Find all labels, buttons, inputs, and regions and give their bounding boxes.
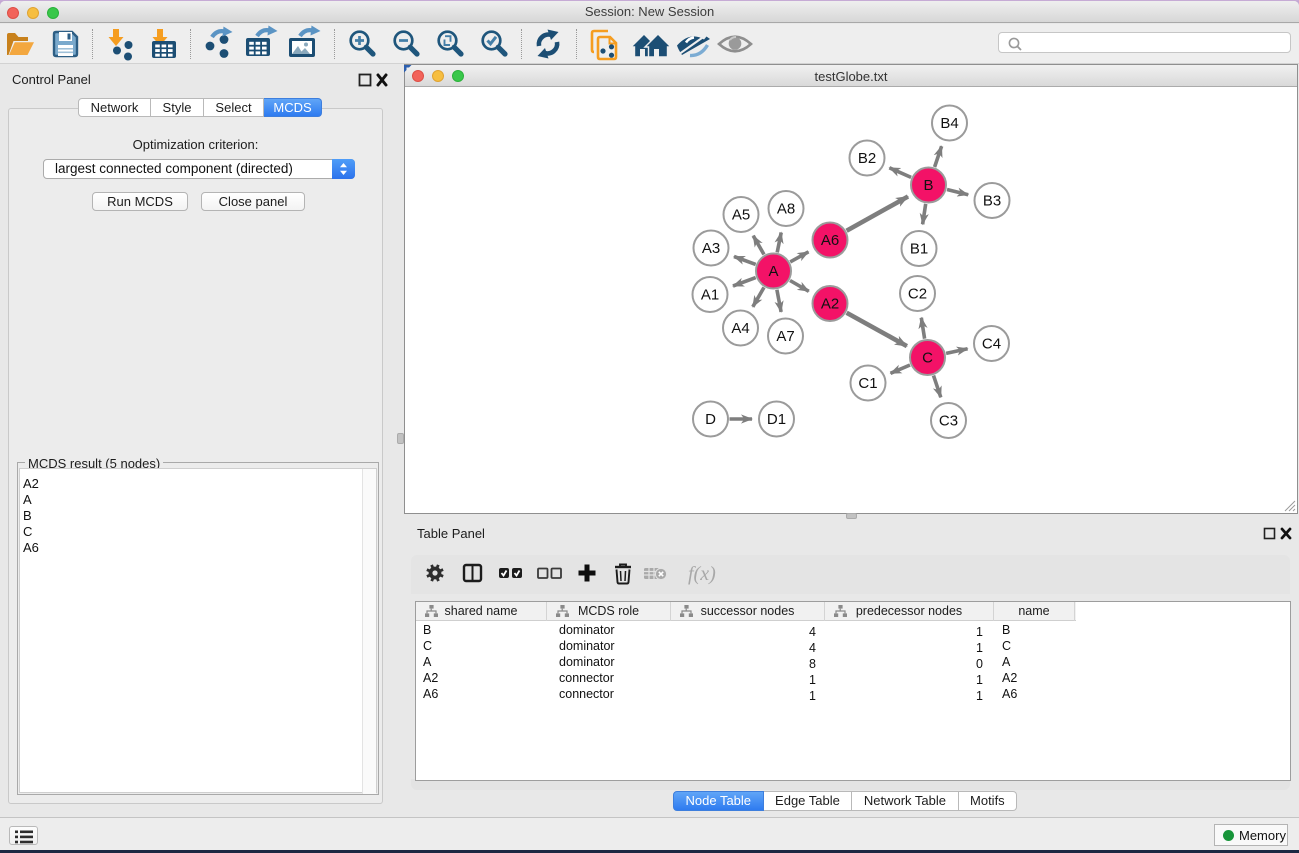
svg-text:D1: D1	[767, 411, 786, 428]
svg-text:C4: C4	[982, 336, 1001, 353]
svg-text:A: A	[768, 263, 778, 280]
svg-text:A4: A4	[731, 320, 749, 337]
svg-text:B3: B3	[983, 193, 1001, 210]
svg-text:A2: A2	[821, 296, 839, 313]
svg-text:D: D	[705, 411, 716, 428]
svg-text:C1: C1	[858, 375, 877, 392]
svg-text:A7: A7	[776, 328, 794, 345]
svg-text:B: B	[923, 177, 933, 194]
svg-text:A5: A5	[732, 207, 750, 224]
svg-text:B4: B4	[940, 115, 958, 132]
svg-text:A8: A8	[777, 201, 795, 218]
svg-text:B2: B2	[858, 150, 876, 167]
svg-text:C2: C2	[908, 286, 927, 303]
svg-text:A3: A3	[702, 240, 720, 257]
svg-text:A6: A6	[821, 232, 839, 249]
svg-text:A1: A1	[701, 287, 719, 304]
svg-text:C3: C3	[939, 413, 958, 430]
svg-text:f(x): f(x)	[688, 563, 716, 585]
svg-text:B1: B1	[910, 241, 928, 258]
svg-text:C: C	[922, 350, 933, 367]
